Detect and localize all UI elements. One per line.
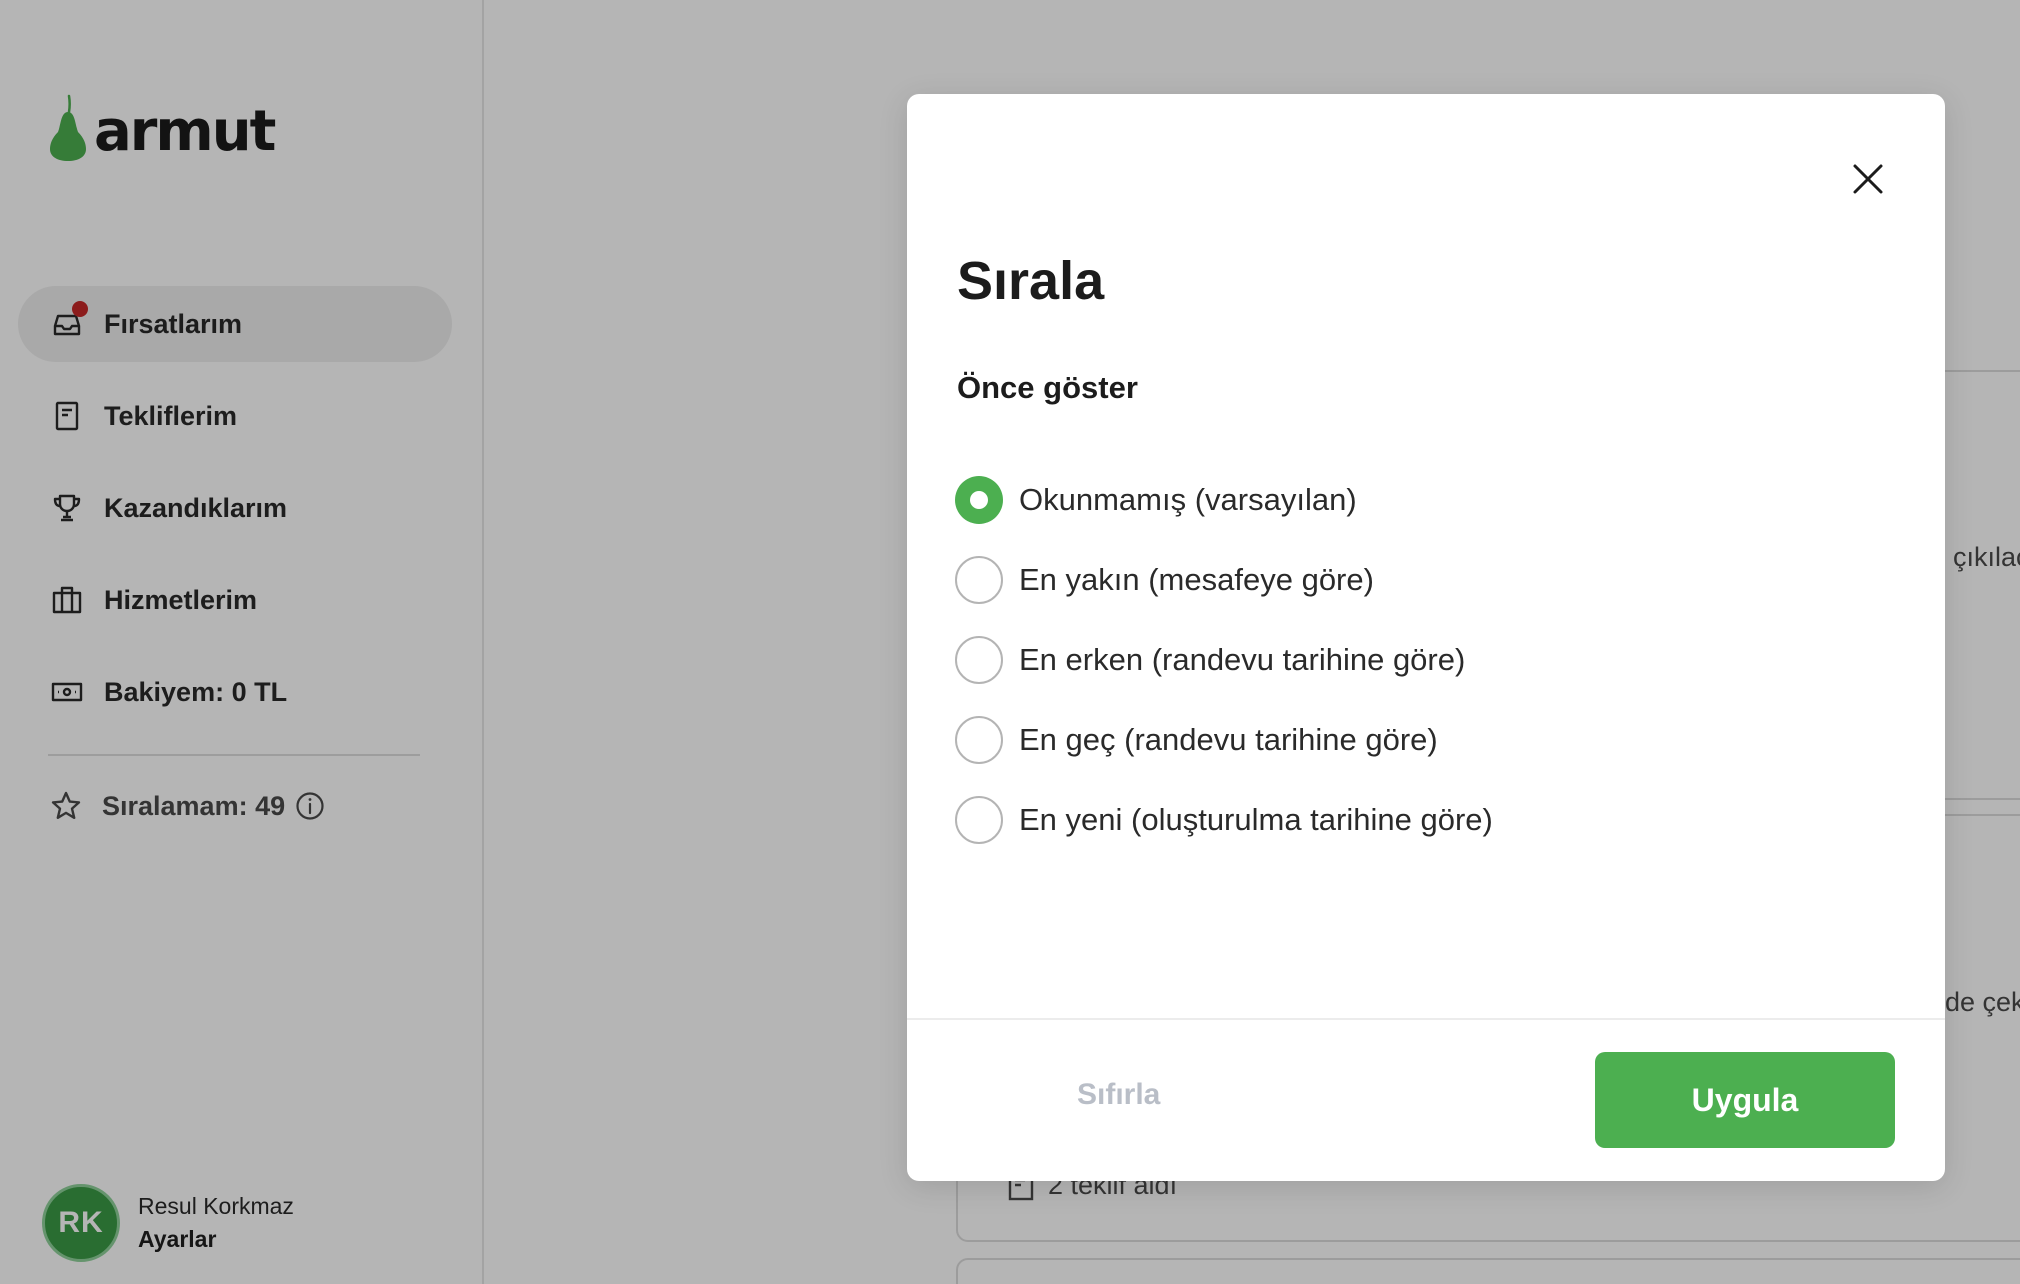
- radio-button[interactable]: [955, 716, 1003, 764]
- modal-footer: Sıfırla Uygula: [907, 1018, 1945, 1181]
- radio-button[interactable]: [955, 556, 1003, 604]
- option-label: Okunmamış (varsayılan): [1019, 482, 1357, 517]
- close-button[interactable]: [1843, 154, 1893, 204]
- option-label: En yeni (oluşturulma tarihine göre): [1019, 802, 1493, 837]
- radio-button[interactable]: [955, 636, 1003, 684]
- modal-title: Sırala: [957, 251, 1105, 311]
- section-title: Önce göster: [957, 370, 1138, 405]
- option-label: En erken (randevu tarihine göre): [1019, 642, 1466, 677]
- radio-button[interactable]: [955, 476, 1003, 524]
- reset-button[interactable]: Sıfırla: [1077, 1078, 1160, 1112]
- option-label: En yakın (mesafeye göre): [1019, 562, 1374, 597]
- sort-option-nearest[interactable]: En yakın (mesafeye göre): [955, 540, 1493, 620]
- sort-option-earliest[interactable]: En erken (randevu tarihine göre): [955, 620, 1493, 700]
- apply-button[interactable]: Uygula: [1595, 1052, 1895, 1148]
- radio-button[interactable]: [955, 796, 1003, 844]
- sort-options: Okunmamış (varsayılan) En yakın (mesafey…: [955, 460, 1493, 860]
- option-label: En geç (randevu tarihine göre): [1019, 722, 1438, 757]
- sort-option-newest[interactable]: En yeni (oluşturulma tarihine göre): [955, 780, 1493, 860]
- close-icon: [1853, 164, 1883, 194]
- sort-option-latest[interactable]: En geç (randevu tarihine göre): [955, 700, 1493, 780]
- sort-modal: Sırala Önce göster Okunmamış (varsayılan…: [907, 94, 1945, 1181]
- sort-option-unread[interactable]: Okunmamış (varsayılan): [955, 460, 1493, 540]
